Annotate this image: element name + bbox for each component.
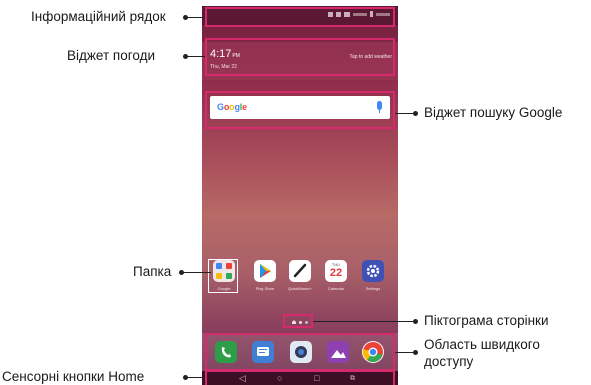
- status-bar-highlight: [205, 7, 395, 27]
- home-touch-buttons-label: Сенсорні кнопки Home: [2, 369, 145, 384]
- quickmemo-label: QuickMemo+: [288, 286, 312, 291]
- settings-app[interactable]: Settings: [360, 260, 386, 291]
- quickmemo-app[interactable]: QuickMemo+: [287, 260, 313, 291]
- play-store-icon: [254, 260, 276, 282]
- weather-callout-line: [185, 56, 205, 57]
- folder-highlight-ring: [208, 259, 238, 293]
- google-search-highlight: [205, 91, 395, 129]
- folder-callout-line: [181, 272, 211, 273]
- google-search-callout-dot: [413, 111, 418, 116]
- calendar-day: 22: [329, 267, 343, 279]
- google-search-widget-label: Віджет пошуку Google: [424, 105, 563, 120]
- home-buttons-callout-dot: [183, 375, 188, 380]
- page-icon-highlight: [283, 314, 313, 328]
- weather-callout-dot: [183, 54, 188, 59]
- quickmemo-icon: [289, 260, 311, 282]
- quick-access-label-line1: Область швидкого: [424, 337, 540, 352]
- settings-label: Settings: [365, 286, 381, 291]
- play-store-app[interactable]: Play Store: [252, 260, 278, 291]
- settings-icon: [362, 260, 384, 282]
- quick-access-label-line2: доступу: [424, 354, 474, 369]
- calendar-label: Calendar: [327, 286, 345, 291]
- page-icon-callout-line: [313, 321, 415, 322]
- play-store-label: Play Store: [255, 286, 275, 291]
- status-bar-callout-line: [185, 17, 205, 18]
- weather-widget-label: Віджет погоди: [67, 48, 155, 63]
- weather-widget-highlight: [205, 38, 395, 76]
- quick-access-callout-dot: [413, 350, 418, 355]
- folder-label-callout: Папка: [133, 264, 172, 279]
- page-icon-label: Піктограма сторінки: [424, 313, 549, 328]
- home-buttons-highlight: [205, 370, 395, 385]
- google-search-callout-line: [395, 113, 415, 114]
- calendar-icon: THU 22: [325, 260, 347, 282]
- calendar-app[interactable]: THU 22 Calendar: [323, 260, 349, 291]
- status-bar-label: Інформаційний рядок: [31, 9, 166, 24]
- quick-access-highlight: [205, 333, 395, 371]
- home-buttons-callout-line: [185, 377, 205, 378]
- page-icon-callout-dot: [413, 319, 418, 324]
- quick-access-callout-line: [395, 352, 415, 353]
- status-bar-callout-dot: [183, 15, 188, 20]
- folder-callout-dot: [179, 270, 184, 275]
